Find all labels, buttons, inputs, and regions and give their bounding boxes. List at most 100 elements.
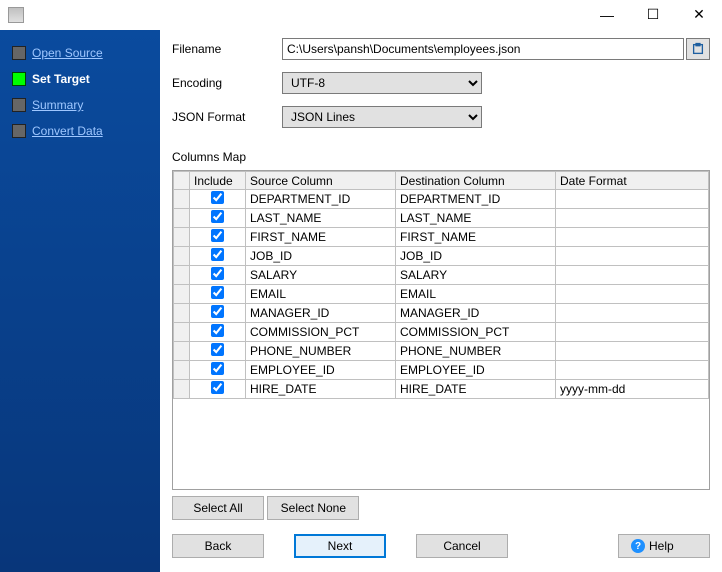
row-handle[interactable]	[174, 228, 190, 247]
destination-cell[interactable]: COMMISSION_PCT	[396, 323, 556, 342]
include-checkbox[interactable]	[211, 305, 224, 318]
select-none-button[interactable]: Select None	[267, 496, 359, 520]
include-cell[interactable]	[190, 228, 246, 247]
json-format-select[interactable]: JSON Lines	[282, 106, 482, 128]
include-checkbox[interactable]	[211, 248, 224, 261]
destination-cell[interactable]: LAST_NAME	[396, 209, 556, 228]
maximize-button[interactable]: ☐	[630, 0, 676, 30]
include-checkbox[interactable]	[211, 210, 224, 223]
destination-cell[interactable]: MANAGER_ID	[396, 304, 556, 323]
date-format-cell[interactable]	[556, 323, 709, 342]
select-all-button[interactable]: Select All	[172, 496, 264, 520]
table-row[interactable]: DEPARTMENT_IDDEPARTMENT_ID	[174, 190, 709, 209]
table-row[interactable]: MANAGER_IDMANAGER_ID	[174, 304, 709, 323]
source-cell[interactable]: JOB_ID	[246, 247, 396, 266]
columns-grid[interactable]: Include Source Column Destination Column…	[172, 170, 710, 490]
date-format-cell[interactable]	[556, 190, 709, 209]
destination-cell[interactable]: DEPARTMENT_ID	[396, 190, 556, 209]
date-format-cell[interactable]	[556, 266, 709, 285]
include-checkbox[interactable]	[211, 381, 224, 394]
destination-header[interactable]: Destination Column	[396, 172, 556, 190]
source-cell[interactable]: DEPARTMENT_ID	[246, 190, 396, 209]
include-cell[interactable]	[190, 361, 246, 380]
table-row[interactable]: FIRST_NAMEFIRST_NAME	[174, 228, 709, 247]
destination-cell[interactable]: HIRE_DATE	[396, 380, 556, 399]
include-checkbox[interactable]	[211, 229, 224, 242]
include-checkbox[interactable]	[211, 267, 224, 280]
table-row[interactable]: SALARYSALARY	[174, 266, 709, 285]
include-checkbox[interactable]	[211, 324, 224, 337]
destination-cell[interactable]: EMPLOYEE_ID	[396, 361, 556, 380]
destination-cell[interactable]: PHONE_NUMBER	[396, 342, 556, 361]
row-handle[interactable]	[174, 304, 190, 323]
date-format-cell[interactable]	[556, 228, 709, 247]
step-open-source[interactable]: Open Source	[0, 40, 160, 66]
browse-button[interactable]	[686, 38, 710, 60]
source-cell[interactable]: EMPLOYEE_ID	[246, 361, 396, 380]
include-cell[interactable]	[190, 266, 246, 285]
source-cell[interactable]: HIRE_DATE	[246, 380, 396, 399]
date-format-cell[interactable]	[556, 361, 709, 380]
include-cell[interactable]	[190, 323, 246, 342]
table-row[interactable]: PHONE_NUMBERPHONE_NUMBER	[174, 342, 709, 361]
date-format-cell[interactable]	[556, 209, 709, 228]
date-format-header[interactable]: Date Format	[556, 172, 709, 190]
include-header[interactable]: Include	[190, 172, 246, 190]
source-cell[interactable]: PHONE_NUMBER	[246, 342, 396, 361]
source-cell[interactable]: EMAIL	[246, 285, 396, 304]
include-checkbox[interactable]	[211, 191, 224, 204]
minimize-button[interactable]: —	[584, 0, 630, 30]
row-handle[interactable]	[174, 342, 190, 361]
include-cell[interactable]	[190, 380, 246, 399]
source-cell[interactable]: MANAGER_ID	[246, 304, 396, 323]
destination-cell[interactable]: FIRST_NAME	[396, 228, 556, 247]
destination-cell[interactable]: EMAIL	[396, 285, 556, 304]
source-header[interactable]: Source Column	[246, 172, 396, 190]
cancel-button[interactable]: Cancel	[416, 534, 508, 558]
row-handle[interactable]	[174, 209, 190, 228]
row-handle[interactable]	[174, 190, 190, 209]
include-cell[interactable]	[190, 342, 246, 361]
table-row[interactable]: EMPLOYEE_IDEMPLOYEE_ID	[174, 361, 709, 380]
include-cell[interactable]	[190, 209, 246, 228]
source-cell[interactable]: COMMISSION_PCT	[246, 323, 396, 342]
date-format-cell[interactable]	[556, 247, 709, 266]
row-handle[interactable]	[174, 266, 190, 285]
step-summary[interactable]: Summary	[0, 92, 160, 118]
row-handle[interactable]	[174, 323, 190, 342]
next-button[interactable]: Next	[294, 534, 386, 558]
include-checkbox[interactable]	[211, 362, 224, 375]
date-format-cell[interactable]	[556, 285, 709, 304]
table-row[interactable]: LAST_NAMELAST_NAME	[174, 209, 709, 228]
table-row[interactable]: EMAILEMAIL	[174, 285, 709, 304]
include-cell[interactable]	[190, 247, 246, 266]
include-cell[interactable]	[190, 285, 246, 304]
date-format-cell[interactable]: yyyy-mm-dd	[556, 380, 709, 399]
destination-cell[interactable]: JOB_ID	[396, 247, 556, 266]
date-format-cell[interactable]	[556, 304, 709, 323]
row-handle[interactable]	[174, 247, 190, 266]
source-cell[interactable]: FIRST_NAME	[246, 228, 396, 247]
include-checkbox[interactable]	[211, 343, 224, 356]
row-handle[interactable]	[174, 361, 190, 380]
include-cell[interactable]	[190, 190, 246, 209]
table-row[interactable]: JOB_IDJOB_ID	[174, 247, 709, 266]
back-button[interactable]: Back	[172, 534, 264, 558]
include-checkbox[interactable]	[211, 286, 224, 299]
source-cell[interactable]: LAST_NAME	[246, 209, 396, 228]
encoding-select[interactable]: UTF-8	[282, 72, 482, 94]
row-handle[interactable]	[174, 285, 190, 304]
filename-input[interactable]	[282, 38, 684, 60]
source-cell[interactable]: SALARY	[246, 266, 396, 285]
step-set-target[interactable]: Set Target	[0, 66, 160, 92]
include-cell[interactable]	[190, 304, 246, 323]
close-button[interactable]: ✕	[676, 0, 722, 30]
table-row[interactable]: HIRE_DATEHIRE_DATEyyyy-mm-dd	[174, 380, 709, 399]
destination-cell[interactable]: SALARY	[396, 266, 556, 285]
date-format-cell[interactable]	[556, 342, 709, 361]
row-handle[interactable]	[174, 380, 190, 399]
step-convert-data[interactable]: Convert Data	[0, 118, 160, 144]
titlebar[interactable]: — ☐ ✕	[0, 0, 722, 30]
help-button[interactable]: ? Help	[618, 534, 710, 558]
table-row[interactable]: COMMISSION_PCTCOMMISSION_PCT	[174, 323, 709, 342]
